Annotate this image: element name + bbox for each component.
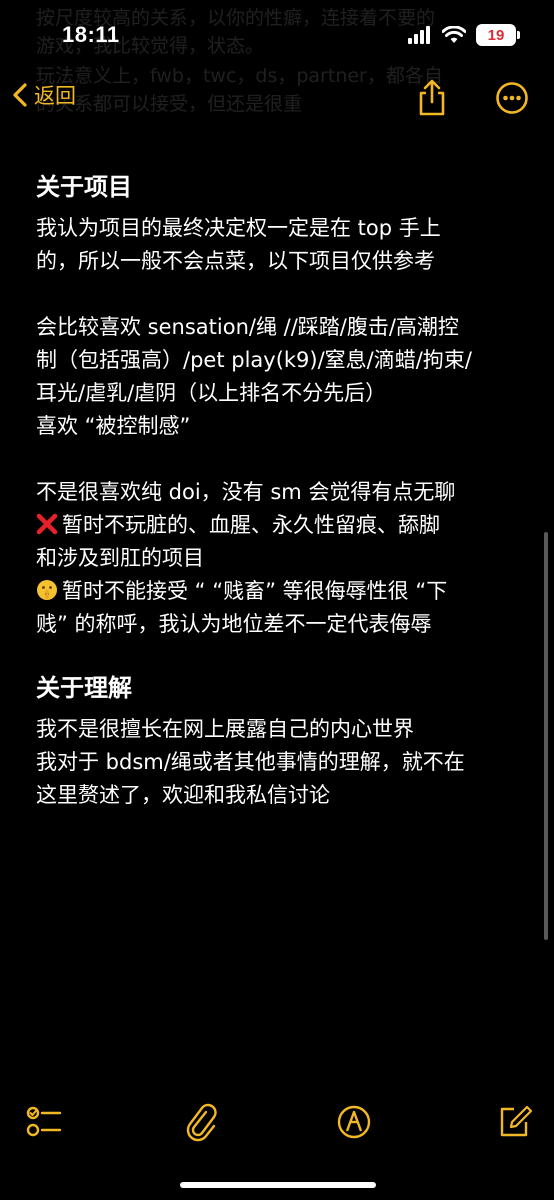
note-content[interactable]: 关于项目 我认为项目的最终决定权一定是在 top 手上 的，所以一般不会点菜，以… (36, 162, 526, 812)
scroll-indicator[interactable] (544, 532, 548, 940)
note-line-text: 暂时不能接受 “ “贱畜” 等很侮辱性很 “下 (62, 579, 448, 603)
note-line: 我认为项目的最终决定权一定是在 top 手上 (36, 216, 441, 240)
checklist-icon[interactable] (22, 1100, 66, 1144)
note-line: 不是很喜欢纯 doi，没有 sm 会觉得有点无聊 (36, 480, 456, 504)
note-line: 贱” 的称呼，我认为地位差不一定代表侮辱 (36, 612, 432, 636)
note-line-with-icon: 暂时不玩脏的、血腥、永久性留痕、舔脚 (36, 509, 526, 542)
bottom-toolbar (0, 1100, 554, 1148)
note-line: 会比较喜欢 sensation/绳 //踩踏/腹击/高潮控 (36, 315, 459, 339)
note-line-text: 暂时不玩脏的、血腥、永久性留痕、舔脚 (62, 513, 440, 537)
section-heading-understanding: 关于理解 (36, 674, 132, 702)
note-line: 和涉及到肛的项目 (36, 546, 204, 570)
faded-line: 按尺度较高的关系，以你的性癖，连接着不要的 (36, 7, 436, 29)
compose-icon[interactable] (492, 1100, 536, 1144)
note-line: 我对于 bdsm/绳或者其他事情的理解，就不在 (36, 750, 465, 774)
note-line-with-icon: 暂时不能接受 “ “贱畜” 等很侮辱性很 “下 (36, 575, 526, 608)
home-indicator[interactable] (180, 1182, 376, 1188)
nav-bar: 返回 (0, 72, 554, 124)
note-line: 喜欢 “被控制感” (36, 414, 191, 438)
back-button[interactable]: 返回 (12, 80, 76, 110)
section-heading-projects: 关于项目 (36, 173, 132, 201)
note-line: 这里赘述了，欢迎和我私信讨论 (36, 783, 330, 807)
chevron-left-icon (13, 83, 27, 107)
note-line: 的，所以一般不会点菜，以下项目仅供参考 (36, 249, 435, 273)
markup-pen-icon[interactable] (332, 1100, 376, 1144)
note-line: 我不是很擅长在网上展露自己的内心世界 (36, 717, 414, 741)
faded-line: 游戏，我比较觉得，状态。 (36, 35, 265, 57)
note-line: 制（包括强高）/pet play(k9)/窒息/滴蜡/拘束/ (36, 348, 472, 372)
share-icon[interactable] (410, 76, 454, 120)
shushing-face-emoji-icon (37, 580, 57, 600)
more-options-icon[interactable] (490, 76, 534, 120)
red-cross-mark-icon (36, 513, 58, 535)
note-line: 耳光/虐乳/虐阴（以上排名不分先后） (36, 381, 387, 405)
paperclip-icon[interactable] (180, 1100, 224, 1144)
back-label: 返回 (34, 84, 76, 108)
